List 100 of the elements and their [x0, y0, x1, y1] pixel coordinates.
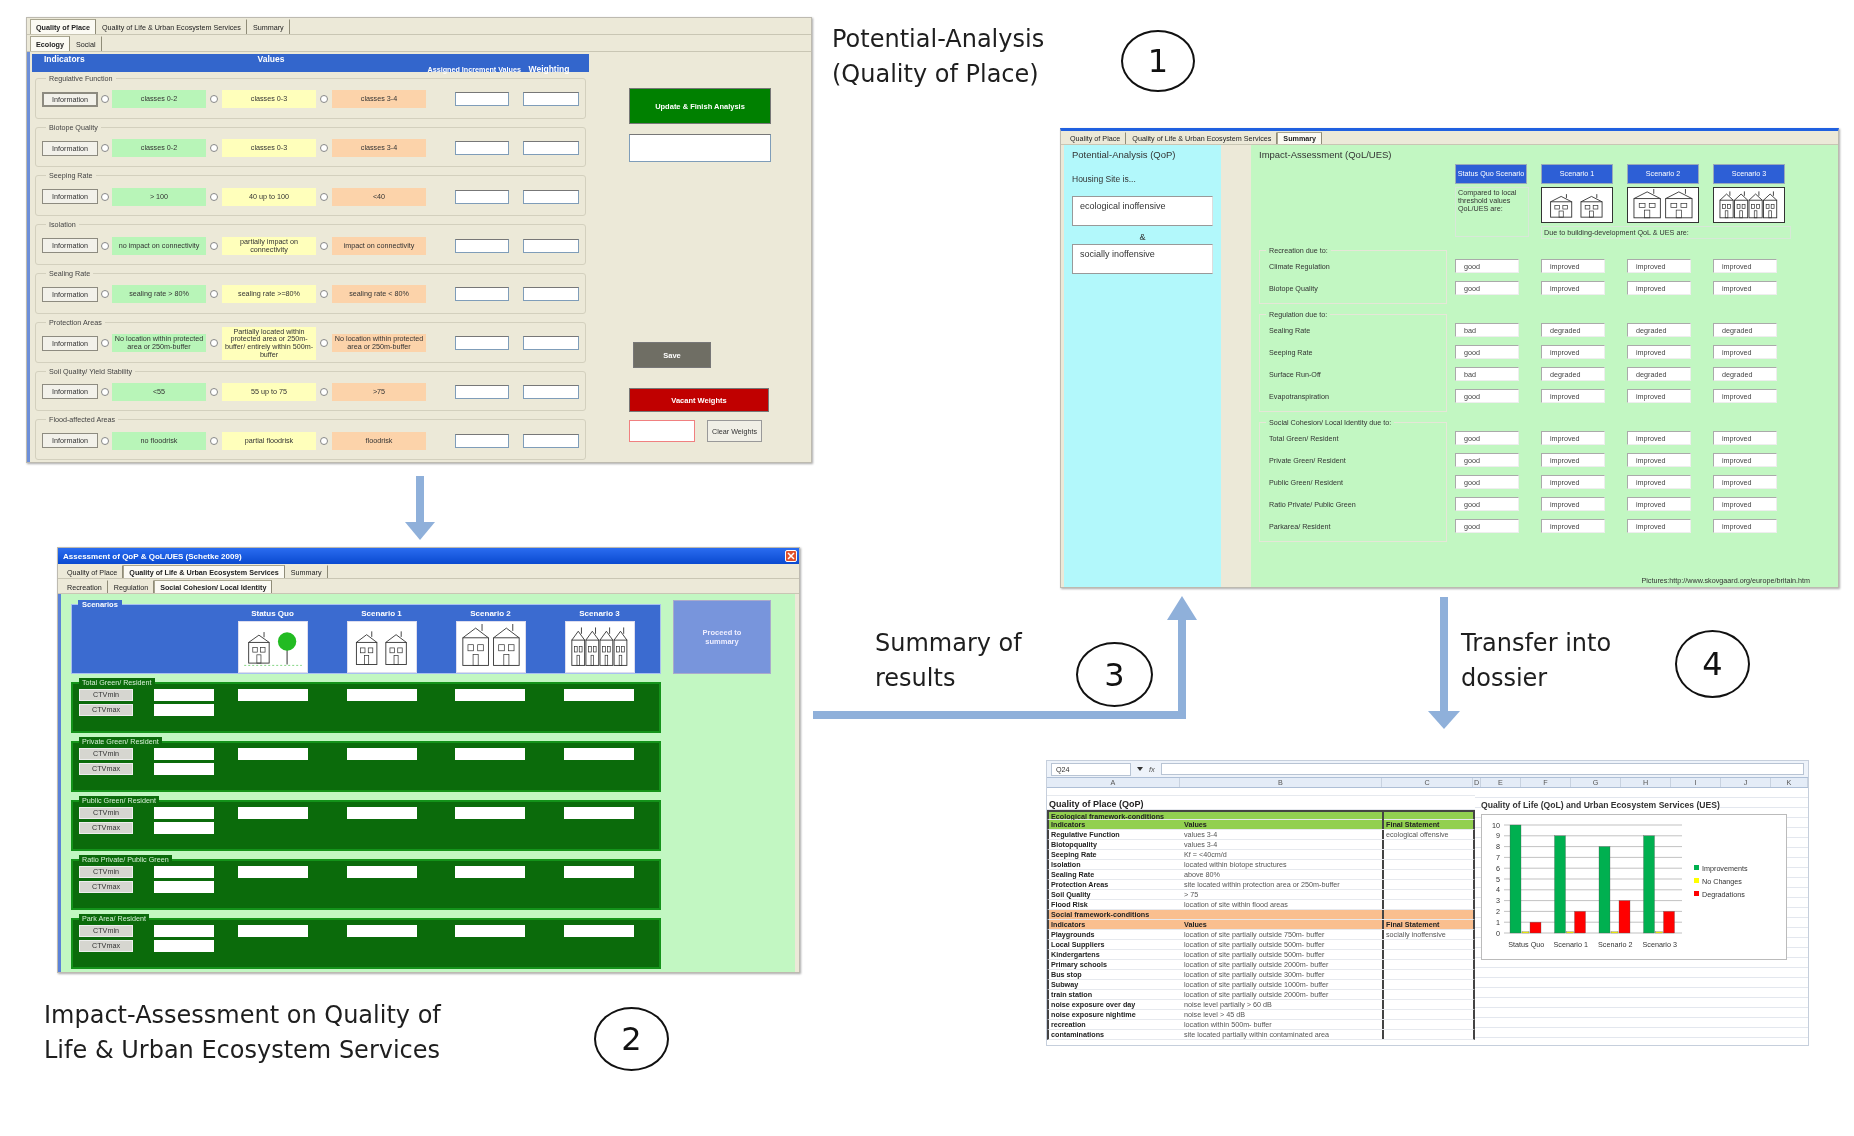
input-field[interactable] — [154, 704, 214, 716]
input-field[interactable] — [455, 807, 526, 819]
input-field[interactable] — [238, 866, 309, 878]
radio-button[interactable] — [210, 144, 218, 153]
input-field[interactable] — [154, 866, 214, 878]
panel-title: Impact-Assessment (QoL/UES) — [1259, 149, 1393, 160]
radio-button[interactable] — [101, 387, 109, 396]
input-field[interactable] — [523, 141, 579, 156]
step-number: 4 — [1675, 630, 1750, 698]
result-field: ecological inoffensive — [1072, 196, 1213, 226]
column-header: Weighting — [528, 64, 570, 74]
radio-button[interactable] — [101, 339, 109, 348]
radio-button[interactable] — [101, 290, 109, 299]
radio-button[interactable] — [101, 192, 109, 201]
input-field[interactable] — [523, 336, 579, 351]
input-field[interactable] — [455, 689, 526, 701]
input-field[interactable] — [154, 925, 214, 937]
chart-title: Quality of Life (QoL) and Urban Ecosystem Services (UES) — [1481, 798, 1720, 812]
input-field[interactable] — [563, 748, 634, 760]
radio-button[interactable] — [101, 436, 109, 445]
input-field[interactable] — [238, 748, 309, 760]
radio-button[interactable] — [320, 241, 328, 250]
input-field[interactable] — [346, 807, 417, 819]
field-label: Housing Site is... — [1072, 174, 1137, 184]
radio-button[interactable] — [320, 192, 328, 201]
sheet-title: Quality of Place (QoP) — [1048, 799, 1145, 809]
radio-button[interactable] — [320, 339, 328, 348]
input-field[interactable] — [563, 925, 634, 937]
input-field[interactable] — [455, 866, 526, 878]
caret-icon — [1137, 767, 1143, 771]
input-field[interactable] — [346, 866, 417, 878]
radio-button[interactable] — [210, 339, 218, 348]
input-field[interactable] — [154, 822, 214, 834]
step-number: 1 — [1121, 30, 1195, 92]
input-field[interactable] — [346, 748, 417, 760]
radio-button[interactable] — [210, 436, 218, 445]
window-title: Assessment of QoP & QoL/UES (Schetke 2009) — [63, 551, 242, 561]
input-field[interactable] — [455, 92, 509, 107]
scenario-label: Status Quo — [251, 609, 294, 618]
input-field[interactable] — [346, 689, 417, 701]
scenario-label: Scenario 3 — [579, 609, 620, 618]
input-field[interactable] — [455, 141, 509, 156]
input-field[interactable] — [523, 189, 579, 204]
radio-button[interactable] — [320, 387, 328, 396]
radio-button[interactable] — [320, 144, 328, 153]
input-field[interactable] — [455, 748, 526, 760]
radio-button[interactable] — [101, 241, 109, 250]
radio-button[interactable] — [320, 290, 328, 299]
input-field[interactable] — [455, 433, 509, 448]
result-field: socially inoffensive — [1072, 244, 1213, 274]
arrow — [405, 476, 435, 540]
scenario-label: Scenario 2 — [470, 609, 511, 618]
input-field[interactable] — [455, 336, 509, 351]
input-field[interactable] — [238, 925, 309, 937]
close-icon — [787, 552, 795, 560]
input-field[interactable] — [238, 807, 309, 819]
input-field[interactable] — [523, 238, 579, 253]
input-field[interactable] — [455, 238, 509, 253]
input-field[interactable] — [563, 689, 634, 701]
column-header: Values — [257, 54, 285, 64]
input-field[interactable] — [523, 92, 579, 107]
input-field[interactable] — [154, 748, 214, 760]
formula-field[interactable] — [1160, 763, 1804, 775]
input-field[interactable] — [523, 287, 579, 302]
input-field[interactable] — [154, 807, 214, 819]
radio-button[interactable] — [101, 95, 109, 104]
input-field[interactable] — [238, 689, 309, 701]
input-field[interactable] — [563, 866, 634, 878]
step-caption: Potential-Analysis (Quality of Place) — [832, 24, 1045, 90]
radio-button[interactable] — [210, 241, 218, 250]
input-field[interactable] — [455, 925, 526, 937]
scenario-label: Scenario 1 — [361, 609, 402, 618]
radio-button[interactable] — [210, 95, 218, 104]
input-field[interactable] — [455, 189, 509, 204]
radio-button[interactable] — [210, 192, 218, 201]
input-field[interactable] — [455, 287, 509, 302]
input-field[interactable] — [154, 940, 214, 952]
input-field[interactable] — [154, 881, 214, 893]
input-field[interactable] — [629, 134, 771, 162]
radio-button[interactable] — [210, 387, 218, 396]
step-caption: Impact-Assessment on Quality of Life & Urban Ecosystem Services — [44, 1000, 441, 1066]
input-field[interactable] — [455, 384, 509, 399]
input-field[interactable] — [346, 925, 417, 937]
input-field[interactable] — [563, 807, 634, 819]
input-field[interactable] — [154, 763, 214, 775]
input-field[interactable] — [629, 420, 695, 442]
input-field[interactable] — [154, 689, 214, 701]
panel-title: Potential-Analysis (QoP) — [1072, 149, 1177, 160]
radio-button[interactable] — [101, 144, 109, 153]
radio-button[interactable] — [320, 436, 328, 445]
radio-button[interactable] — [210, 290, 218, 299]
step-caption: Summary of results — [875, 628, 1022, 694]
column-header: Indicators — [44, 54, 85, 64]
step-number: 2 — [594, 1007, 669, 1071]
radio-button[interactable] — [320, 95, 328, 104]
step-caption: Transfer into dossier — [1461, 628, 1612, 694]
close-button[interactable] — [785, 550, 797, 562]
input-field[interactable] — [523, 384, 579, 399]
input-field[interactable] — [523, 433, 579, 448]
step-number: 3 — [1076, 642, 1153, 707]
